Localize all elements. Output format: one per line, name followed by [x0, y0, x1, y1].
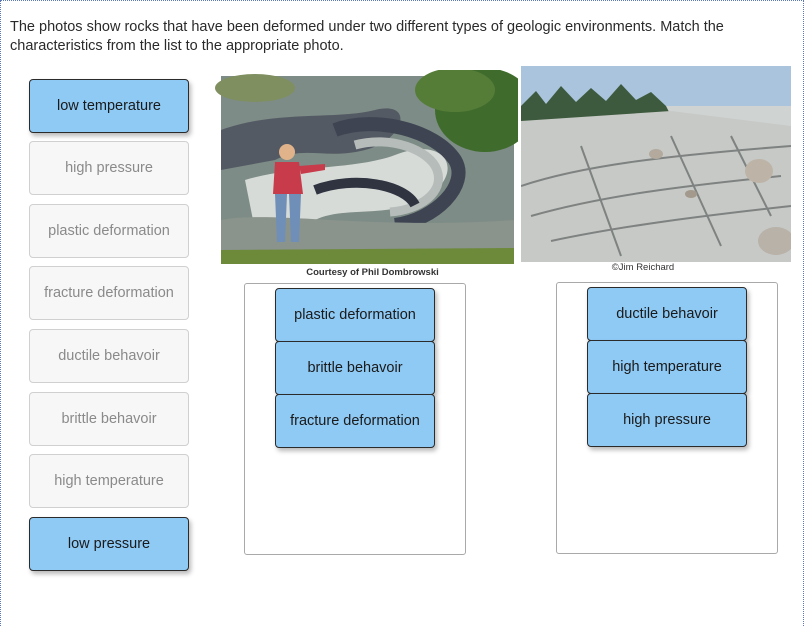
source-chip-plastic-deformation[interactable]: plastic deformation [29, 204, 189, 258]
source-chip-ductile-behavoir[interactable]: ductile behavoir [29, 329, 189, 383]
source-chip-fracture-deformation[interactable]: fracture deformation [29, 266, 189, 320]
right-zone-chip-ductile-behavoir[interactable]: ductile behavoir [587, 287, 747, 341]
source-chip-low-temperature[interactable]: low temperature [29, 79, 189, 133]
left-zone-chip-plastic-deformation[interactable]: plastic deformation [275, 288, 435, 342]
fractured-granite-image [521, 66, 791, 262]
right-zone-chip-high-pressure[interactable]: high pressure [587, 393, 747, 447]
left-zone-chip-brittle-behavoir[interactable]: brittle behavoir [275, 341, 435, 395]
caption-right-photo: ©Jim Reichard [611, 262, 675, 273]
photo-fractured-granite [521, 66, 791, 262]
source-chip-brittle-behavoir[interactable]: brittle behavoir [29, 392, 189, 446]
source-chip-high-temperature[interactable]: high temperature [29, 454, 189, 508]
caption-left-photo: Courtesy of Phil Dombrowski [306, 267, 439, 278]
left-zone-chip-fracture-deformation[interactable]: fracture deformation [275, 394, 435, 448]
right-zone-chip-high-temperature[interactable]: high temperature [587, 340, 747, 394]
source-chip-high-pressure[interactable]: high pressure [29, 141, 189, 195]
photo-folded-rock [215, 70, 518, 268]
source-chip-low-pressure[interactable]: low pressure [29, 517, 189, 571]
folded-rock-image [215, 70, 518, 264]
instructions-text: The photos show rocks that have been def… [10, 19, 724, 54]
